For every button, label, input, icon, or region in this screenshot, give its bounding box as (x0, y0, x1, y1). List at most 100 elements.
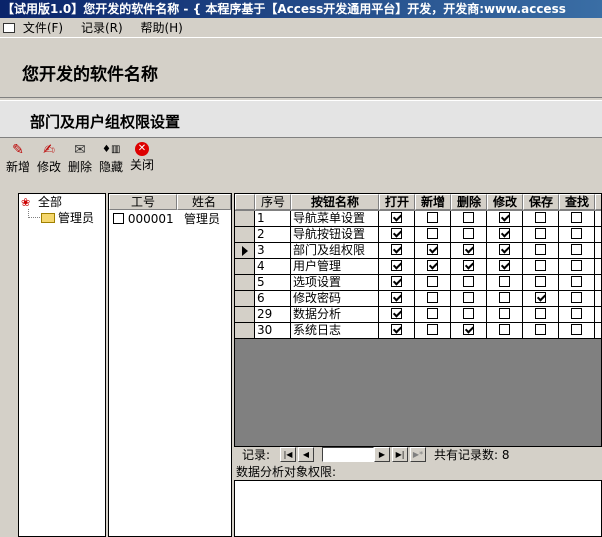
record-selector[interactable] (235, 243, 255, 259)
checkbox-add[interactable] (427, 260, 438, 271)
close-button[interactable]: ✕ 关闭 (127, 142, 157, 178)
checkbox-find[interactable] (571, 276, 582, 287)
menu-record[interactable]: 记录(R) (81, 18, 123, 38)
checkbox-delete[interactable] (463, 276, 474, 287)
cell-seq[interactable]: 5 (255, 275, 291, 291)
table-row[interactable]: 5 选项设置 (235, 275, 601, 291)
checkbox-add[interactable] (427, 212, 438, 223)
checkbox-open[interactable] (391, 244, 402, 255)
record-selector[interactable] (235, 259, 255, 275)
cell-seq[interactable]: 1 (255, 211, 291, 227)
checkbox-find[interactable] (571, 324, 582, 335)
checkbox-open[interactable] (391, 324, 402, 335)
cell-button-name[interactable]: 修改密码 (291, 291, 379, 307)
record-selector[interactable] (235, 323, 255, 339)
checkbox-add[interactable] (427, 324, 438, 335)
record-number-input[interactable] (322, 447, 374, 462)
checkbox-save[interactable] (535, 260, 546, 271)
checkbox-add[interactable] (427, 308, 438, 319)
table-row[interactable]: 30 系统日志 (235, 323, 601, 339)
cell-seq[interactable]: 2 (255, 227, 291, 243)
last-record-button[interactable]: ▶| (392, 447, 408, 462)
checkbox-save[interactable] (535, 276, 546, 287)
tree-node-admin[interactable]: 管理员 (41, 210, 94, 226)
column-header-save[interactable]: 保存 (523, 194, 559, 210)
data-analysis-permissions-subform[interactable] (234, 480, 602, 537)
user-name[interactable]: 管理员 (184, 211, 231, 227)
checkbox-open[interactable] (391, 308, 402, 319)
checkbox-delete[interactable] (463, 244, 474, 255)
table-row[interactable]: 2 导航按钮设置 (235, 227, 601, 243)
column-header-name[interactable]: 姓名 (177, 194, 231, 210)
cell-button-name[interactable]: 用户管理 (291, 259, 379, 275)
checkbox-save[interactable] (535, 244, 546, 255)
record-selector[interactable] (235, 307, 255, 323)
column-header-add[interactable]: 新增 (415, 194, 451, 210)
checkbox-delete[interactable] (463, 260, 474, 271)
user-row-id[interactable]: 000001 (113, 211, 177, 227)
tree-node-root[interactable]: ❀ 全部 (21, 194, 63, 210)
checkbox-open[interactable] (391, 228, 402, 239)
column-header-find[interactable]: 查找 (559, 194, 595, 210)
checkbox-save[interactable] (535, 228, 546, 239)
table-row[interactable]: 29 数据分析 (235, 307, 601, 323)
checkbox-modify[interactable] (499, 228, 510, 239)
checkbox-modify[interactable] (499, 308, 510, 319)
checkbox-find[interactable] (571, 308, 582, 319)
first-record-button[interactable]: |◀ (280, 447, 296, 462)
checkbox-modify[interactable] (499, 324, 510, 335)
table-row[interactable]: 6 修改密码 (235, 291, 601, 307)
edit-button[interactable]: ✍ 修改 (34, 142, 64, 178)
user-row-checkbox[interactable] (113, 213, 124, 224)
hide-button[interactable]: ♦▥ 隐藏 (96, 142, 126, 178)
checkbox-modify[interactable] (499, 276, 510, 287)
cell-button-name[interactable]: 导航菜单设置 (291, 211, 379, 227)
table-row[interactable]: 1 导航菜单设置 (235, 211, 601, 227)
checkbox-open[interactable] (391, 276, 402, 287)
checkbox-add[interactable] (427, 292, 438, 303)
prev-record-button[interactable]: ◀ (298, 447, 314, 462)
checkbox-modify[interactable] (499, 292, 510, 303)
checkbox-delete[interactable] (463, 228, 474, 239)
checkbox-find[interactable] (571, 244, 582, 255)
checkbox-modify[interactable] (499, 244, 510, 255)
checkbox-find[interactable] (571, 212, 582, 223)
checkbox-save[interactable] (535, 308, 546, 319)
checkbox-find[interactable] (571, 260, 582, 271)
delete-button[interactable]: ✉ 删除 (65, 142, 95, 178)
cell-seq[interactable]: 4 (255, 259, 291, 275)
checkbox-add[interactable] (427, 276, 438, 287)
app-menu-icon[interactable] (3, 23, 15, 33)
cell-button-name[interactable]: 系统日志 (291, 323, 379, 339)
checkbox-open[interactable] (391, 212, 402, 223)
cell-button-name[interactable]: 数据分析 (291, 307, 379, 323)
table-row[interactable]: 4 用户管理 (235, 259, 601, 275)
checkbox-delete[interactable] (463, 324, 474, 335)
checkbox-find[interactable] (571, 292, 582, 303)
checkbox-save[interactable] (535, 292, 546, 303)
cell-seq[interactable]: 29 (255, 307, 291, 323)
column-header-delete[interactable]: 删除 (451, 194, 487, 210)
checkbox-save[interactable] (535, 324, 546, 335)
cell-button-name[interactable]: 部门及组权限 (291, 243, 379, 259)
menu-file[interactable]: 文件(F) (23, 18, 63, 38)
record-selector[interactable] (235, 211, 255, 227)
record-selector[interactable] (235, 227, 255, 243)
checkbox-add[interactable] (427, 228, 438, 239)
cell-button-name[interactable]: 导航按钮设置 (291, 227, 379, 243)
new-record-button[interactable]: ▶* (410, 447, 426, 462)
checkbox-delete[interactable] (463, 292, 474, 303)
table-row[interactable]: 3 部门及组权限 (235, 243, 601, 259)
cell-button-name[interactable]: 选项设置 (291, 275, 379, 291)
checkbox-add[interactable] (427, 244, 438, 255)
column-header-button-name[interactable]: 按钮名称 (291, 194, 379, 210)
cell-seq[interactable]: 30 (255, 323, 291, 339)
checkbox-delete[interactable] (463, 308, 474, 319)
column-header-modify[interactable]: 修改 (487, 194, 523, 210)
new-button[interactable]: ✎ 新增 (3, 142, 33, 178)
column-header-open[interactable]: 打开 (379, 194, 415, 210)
record-selector[interactable] (235, 275, 255, 291)
checkbox-find[interactable] (571, 228, 582, 239)
checkbox-open[interactable] (391, 260, 402, 271)
column-header-more[interactable] (595, 194, 601, 210)
